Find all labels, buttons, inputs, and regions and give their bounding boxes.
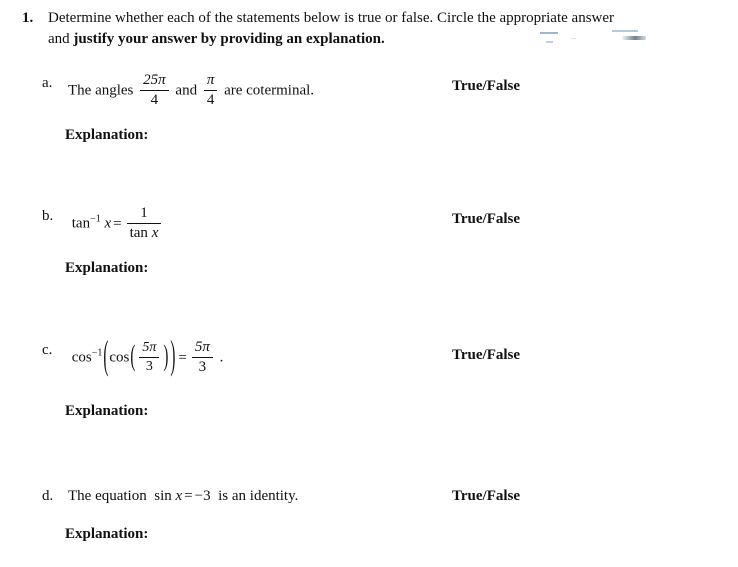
fraction-numerator: 5π: [194, 339, 210, 355]
close-paren-inner: ): [163, 341, 169, 374]
fraction-denominator: 3: [191, 356, 213, 376]
item-b-statement: tan−1 x = 1 tan x: [68, 205, 164, 243]
equals-sign: =: [184, 488, 193, 504]
item-d-statement: The equation sin x = −3 is an identity.: [68, 486, 298, 506]
item-a-tail: are coterminal.: [224, 82, 315, 99]
fraction-pi-over-4: π4: [203, 72, 218, 109]
open-paren-inner: (: [130, 341, 136, 374]
item-d-true-false[interactable]: True/False: [452, 486, 520, 506]
question-prompt: Determine whether each of the statements…: [48, 8, 622, 50]
trailing-period: .: [219, 349, 224, 366]
item-b: b. tan−1 x = 1 tan x: [42, 205, 164, 243]
item-d-explanation-label: Explanation:: [65, 526, 149, 542]
fraction-25pi-over-4: 25π 4: [140, 72, 169, 109]
value-negative-three: −3: [194, 488, 211, 504]
fraction-numerator: 1: [140, 205, 148, 221]
item-a-lead: The angles: [68, 82, 138, 99]
scan-artifact-smudge: [622, 36, 646, 40]
tan-function-name: tan: [129, 224, 148, 241]
fraction-denominator: 4: [140, 89, 169, 109]
equals-sign: =: [178, 349, 187, 366]
close-paren-outer: ): [170, 335, 176, 379]
fraction-denominator: tan x: [126, 222, 162, 242]
fraction-5pi-over-3-inner: 5π 3: [139, 340, 160, 375]
item-d: d. The equation sin x = −3 is an identity.: [42, 486, 298, 506]
fraction-5pi-over-3-result: 5π 3: [191, 339, 213, 376]
item-a-explanation-label: Explanation:: [65, 127, 149, 143]
item-a-statement: The angles 25π 4 and π4 are coterminal.: [68, 72, 315, 110]
sin-function-name: sin: [154, 488, 172, 504]
question-prompt-bold: justify your answer by providing an expl…: [73, 31, 385, 47]
item-c-explanation-label: Explanation:: [65, 403, 149, 419]
arctan-function-name: tan: [71, 215, 91, 232]
worksheet-page: 1. Determine whether each of the stateme…: [0, 0, 738, 567]
item-a: a. The angles 25π 4 and π4 are coterminal…: [42, 72, 315, 110]
arccos-exponent: −1: [91, 347, 103, 359]
fraction-numerator: π: [206, 72, 215, 88]
item-a-mid: and: [175, 82, 198, 99]
arccos-function-name: cos: [71, 349, 92, 366]
item-a-letter: a.: [42, 75, 53, 91]
item-c: c. cos−1(cos(5π 3)) = 5π 3 .: [42, 336, 224, 379]
fraction-numerator: 5π: [142, 340, 157, 356]
fraction-denominator: 4: [203, 89, 218, 109]
open-paren-outer: (: [103, 335, 109, 379]
item-d-tail: is an identity.: [218, 488, 299, 504]
variable-x: x: [151, 224, 159, 241]
item-c-true-false[interactable]: True/False: [452, 345, 520, 365]
equals-sign: =: [113, 215, 122, 232]
item-d-letter: d.: [42, 488, 54, 504]
question-1-block: 1. Determine whether each of the stateme…: [22, 8, 622, 50]
item-c-statement: cos−1(cos(5π 3)) = 5π 3 .: [68, 336, 224, 379]
arctan-exponent: −1: [90, 213, 101, 225]
item-b-true-false[interactable]: True/False: [452, 209, 520, 229]
question-number: 1.: [22, 10, 34, 26]
item-b-letter: b.: [42, 208, 54, 224]
fraction-numerator: 25π: [143, 72, 166, 88]
item-c-letter: c.: [42, 342, 53, 358]
item-a-true-false[interactable]: True/False: [452, 76, 520, 96]
cos-function-name: cos: [109, 349, 130, 366]
fraction-1-over-tan-x: 1 tan x: [126, 205, 162, 242]
item-b-explanation-label: Explanation:: [65, 260, 149, 276]
item-d-lead: The equation: [68, 488, 147, 504]
fraction-denominator: 3: [139, 356, 160, 375]
